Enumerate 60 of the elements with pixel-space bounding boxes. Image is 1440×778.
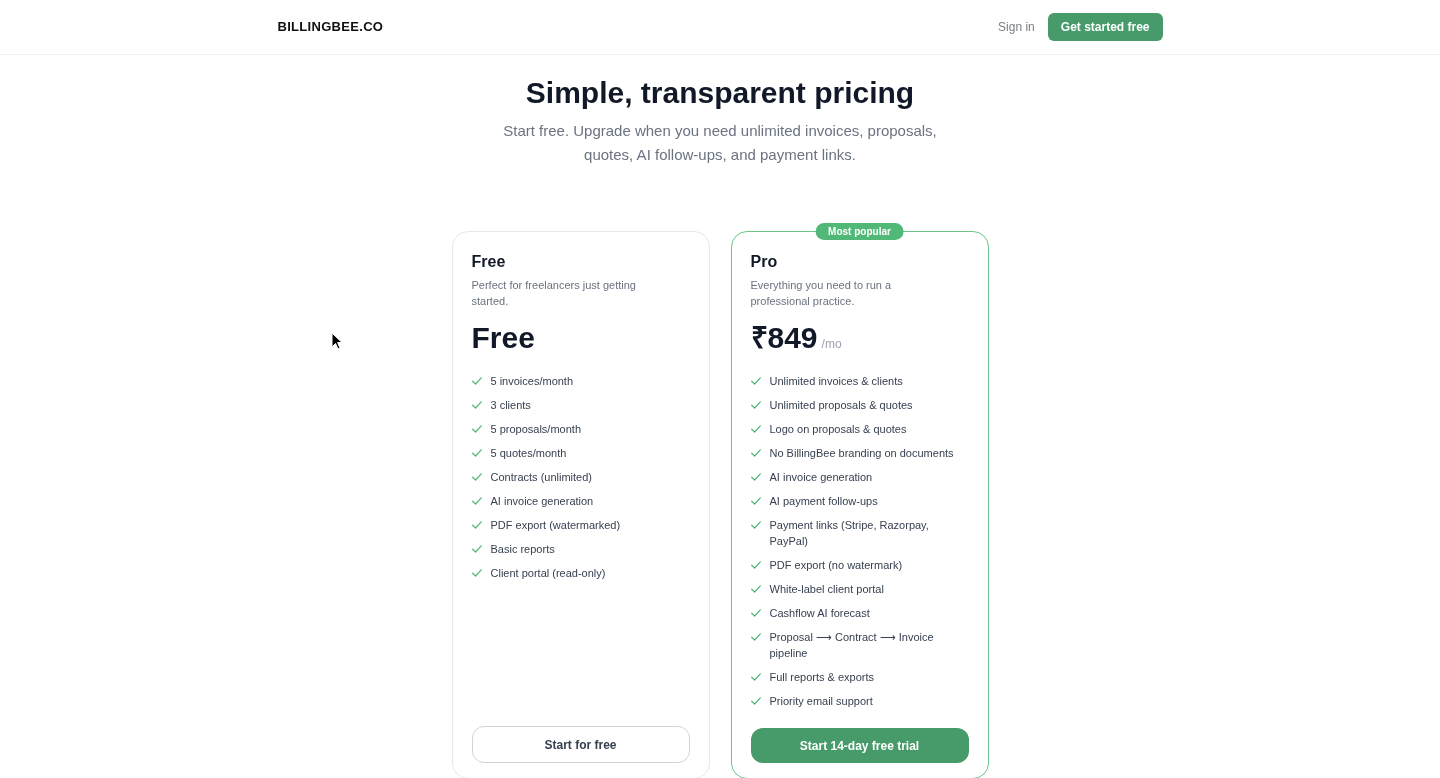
page-title: Simple, transparent pricing [525,75,915,111]
check-icon [750,585,761,593]
page-subtitle: Start free. Upgrade when you need unlimited invoices, proposals, quotes, AI follow-ups, and payment links. [502,121,938,165]
check-icon [471,521,482,529]
plan-description: Everything you need to run a professional practice. [750,278,893,309]
plan-cta-button[interactable]: Start for free [471,726,690,763]
plan-cta-button[interactable]: Start 14-day free trial [750,728,969,763]
plan-name: Pro [750,252,778,272]
check-icon [750,401,761,409]
check-icon [750,449,761,457]
check-icon [471,377,482,385]
feature-text: AI invoice generation [490,494,594,509]
feature-text: No BillingBee branding on documents [769,446,954,461]
check-icon [471,545,482,553]
feature-text: PDF export (no watermark) [769,558,903,573]
feature-text: Cashflow AI forecast [769,606,870,621]
feature-text: Unlimited proposals & quotes [769,398,913,413]
plan-price: ₹849 [750,320,818,356]
feature-text: 5 quotes/month [490,446,567,461]
check-icon [750,425,761,433]
check-icon [471,401,482,409]
feature-text: Logo on proposals & quotes [769,422,907,437]
feature-text: 5 invoices/month [490,374,574,389]
check-icon [750,377,761,385]
check-icon [471,425,482,433]
popular-badge: Most popular [815,223,904,240]
get-started-button[interactable]: Get started free [1047,13,1163,41]
feature-text: PDF export (watermarked) [490,518,621,533]
feature-text: Proposal ⟶ Contract ⟶ Invoice pipeline [769,630,935,661]
feature-text: Contracts (unlimited) [490,470,592,485]
check-icon [750,609,761,617]
feature-text: Basic reports [490,542,555,557]
price-period: /mo [821,336,842,353]
feature-text: 3 clients [490,398,531,413]
feature-text: AI invoice generation [769,470,873,485]
sign-in-link[interactable]: Sign in [998,18,1035,36]
feature-text: Full reports & exports [769,670,875,685]
logo[interactable]: BILLINGBEE.CO [277,17,384,37]
feature-text: White-label client portal [769,582,884,597]
check-icon [471,473,482,481]
feature-text: Client portal (read-only) [490,566,606,581]
feature-text: 5 proposals/month [490,422,581,437]
check-icon [750,633,761,641]
mouse-pointer-icon [331,332,343,350]
plan-price: Free [471,320,535,356]
plan-description: Perfect for freelancers just getting started. [471,278,637,309]
check-icon [750,673,761,681]
check-icon [750,521,761,529]
feature-text: Unlimited invoices & clients [769,374,903,389]
plan-name: Free [471,252,506,272]
check-icon [750,473,761,481]
feature-text: AI payment follow-ups [769,494,878,509]
check-icon [471,449,482,457]
check-icon [750,497,761,505]
feature-text: Priority email support [769,694,873,709]
check-icon [750,697,761,705]
check-icon [750,561,761,569]
check-icon [471,497,482,505]
feature-text: Payment links (Stripe, Razorpay, PayPal) [769,518,930,549]
check-icon [471,569,482,577]
